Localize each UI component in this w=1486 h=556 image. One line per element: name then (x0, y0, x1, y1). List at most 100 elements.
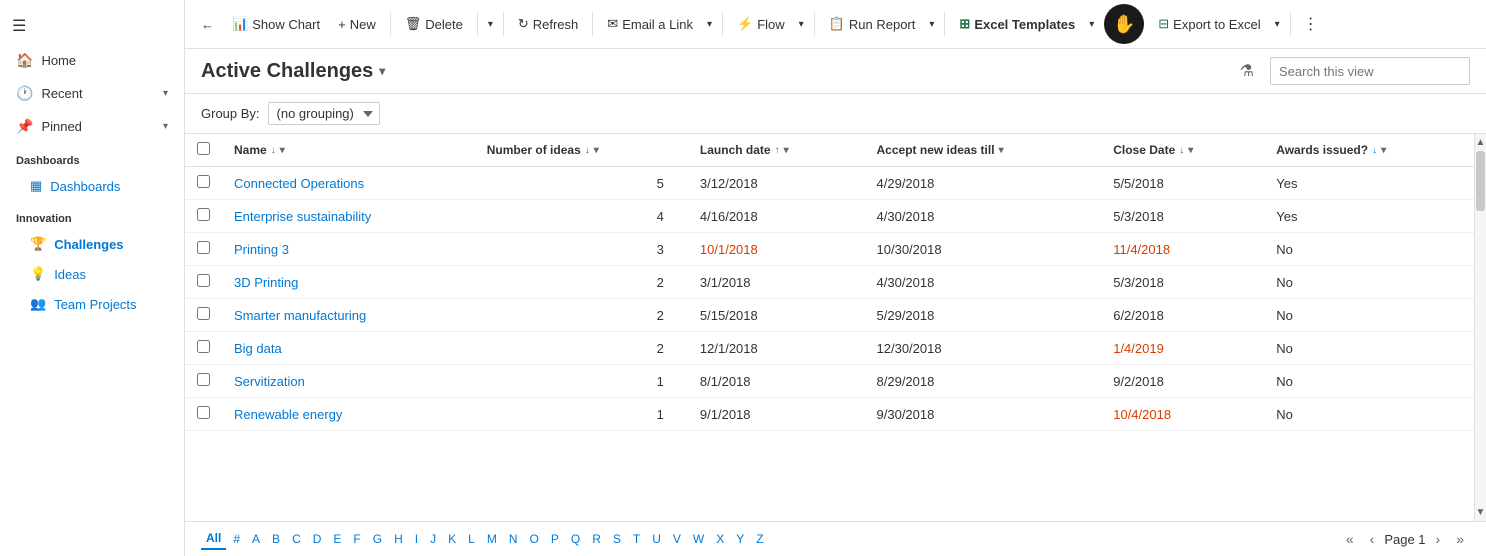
th-close-date[interactable]: Close Date ↓ ▾ (1101, 134, 1264, 167)
row-name-cell-2[interactable]: Printing 3 (222, 233, 475, 266)
alpha-link-Z[interactable]: Z (751, 529, 768, 549)
email-chevron[interactable]: ▾ (703, 14, 716, 35)
new-button[interactable]: + New (330, 12, 384, 37)
flow-button[interactable]: ⚡ Flow (729, 11, 793, 37)
delete-button[interactable]: 🗑 Delete (397, 11, 471, 37)
search-button[interactable]: 🔍 (1463, 58, 1470, 84)
alpha-link-V[interactable]: V (668, 529, 686, 549)
alpha-link-I[interactable]: I (410, 529, 423, 549)
alpha-link-R[interactable]: R (587, 529, 606, 549)
row-name-cell-4[interactable]: Smarter manufacturing (222, 299, 475, 332)
alpha-link-Q[interactable]: Q (566, 529, 585, 549)
sep-5 (722, 12, 723, 36)
alpha-link-O[interactable]: O (525, 529, 544, 549)
alpha-link-Y[interactable]: Y (731, 529, 749, 549)
alpha-link-J[interactable]: J (425, 529, 441, 549)
sidebar-item-dashboards[interactable]: ▦ Dashboards (0, 171, 184, 201)
alpha-link-X[interactable]: X (711, 529, 729, 549)
alpha-link-T[interactable]: T (628, 529, 645, 549)
refresh-label: Refresh (533, 17, 579, 32)
scroll-up-arrow[interactable]: ▲ (1475, 134, 1486, 151)
run-report-chevron[interactable]: ▾ (925, 14, 938, 35)
alpha-link-F[interactable]: F (348, 529, 365, 549)
export-chevron[interactable]: ▾ (1271, 14, 1284, 35)
row-name-cell-3[interactable]: 3D Printing (222, 266, 475, 299)
row-checkbox-5[interactable] (197, 340, 210, 353)
th-accept-till[interactable]: Accept new ideas till ▾ (865, 134, 1102, 167)
alpha-link-W[interactable]: W (688, 529, 709, 549)
alpha-link-H[interactable]: H (389, 529, 408, 549)
export-excel-button[interactable]: ⊟ Export to Excel (1150, 11, 1268, 37)
alpha-link-C[interactable]: C (287, 529, 306, 549)
alpha-link-All[interactable]: All (201, 528, 226, 550)
alpha-link-N[interactable]: N (504, 529, 523, 549)
row-checkbox-7[interactable] (197, 406, 210, 419)
row-name-cell-7[interactable]: Renewable energy (222, 398, 475, 431)
sidebar-item-recent[interactable]: 🕐 Recent ▾ (0, 77, 184, 110)
show-chart-button[interactable]: 📊 Show Chart (224, 11, 328, 37)
alpha-link-#[interactable]: # (228, 529, 245, 549)
row-accept-till-cell-0: 4/29/2018 (865, 167, 1102, 200)
alpha-link-L[interactable]: L (463, 529, 480, 549)
row-accept-till-cell-2: 10/30/2018 (865, 233, 1102, 266)
sidebar-item-pinned[interactable]: 📌 Pinned ▾ (0, 110, 184, 143)
th-launch-date[interactable]: Launch date ↑ ▾ (688, 134, 865, 167)
page-title: Active Challenges ▾ (201, 60, 385, 83)
row-checkbox-0[interactable] (197, 175, 210, 188)
sidebar-item-team-projects[interactable]: 👥 Team Projects (0, 289, 184, 319)
row-name-cell-1[interactable]: Enterprise sustainability (222, 200, 475, 233)
sidebar: ☰ 🏠 Home 🕐 Recent ▾ 📌 Pinned ▾ Dashboard… (0, 0, 185, 556)
scroll-down-arrow[interactable]: ▼ (1475, 504, 1486, 521)
flow-chevron[interactable]: ▾ (795, 14, 808, 35)
sidebar-item-ideas[interactable]: 💡 Ideas (0, 259, 184, 289)
select-all-checkbox[interactable] (197, 142, 210, 155)
row-checkbox-1[interactable] (197, 208, 210, 221)
alpha-link-K[interactable]: K (443, 529, 461, 549)
groupby-select[interactable]: (no grouping) (268, 102, 380, 125)
hamburger-menu[interactable]: ☰ (0, 8, 184, 44)
th-num-ideas[interactable]: Number of ideas ↓ ▾ (475, 134, 688, 167)
th-awards-issued[interactable]: Awards issued? ↓ ▾ (1264, 134, 1474, 167)
alpha-link-D[interactable]: D (308, 529, 327, 549)
alpha-link-M[interactable]: M (482, 529, 502, 549)
alpha-link-E[interactable]: E (328, 529, 346, 549)
th-name[interactable]: Name ↓ ▾ (222, 134, 475, 167)
alpha-link-G[interactable]: G (368, 529, 387, 549)
flow-icon: ⚡ (737, 16, 753, 32)
refresh-button[interactable]: ↻ Refresh (510, 11, 586, 37)
alpha-link-P[interactable]: P (546, 529, 564, 549)
search-input[interactable] (1271, 59, 1463, 84)
row-name-cell-6[interactable]: Servitization (222, 365, 475, 398)
alpha-link-B[interactable]: B (267, 529, 285, 549)
row-name-cell-5[interactable]: Big data (222, 332, 475, 365)
sep-1 (390, 12, 391, 36)
th-checkbox[interactable] (185, 134, 222, 167)
run-report-button[interactable]: 📋 Run Report (821, 11, 924, 37)
delete-chevron[interactable]: ▾ (484, 14, 497, 35)
row-checkbox-cell-2 (185, 233, 222, 266)
page-prev-button[interactable]: ‹ (1364, 529, 1381, 549)
row-checkbox-4[interactable] (197, 307, 210, 320)
excel-templates-chevron[interactable]: ▾ (1085, 14, 1098, 35)
scrollbar[interactable]: ▲ ▼ (1474, 134, 1486, 521)
sidebar-item-challenges[interactable]: 🏆 Challenges (0, 229, 184, 259)
alpha-link-S[interactable]: S (608, 529, 626, 549)
row-checkbox-2[interactable] (197, 241, 210, 254)
back-button[interactable]: ← (193, 12, 222, 37)
row-checkbox-6[interactable] (197, 373, 210, 386)
alpha-link-U[interactable]: U (647, 529, 666, 549)
row-name-cell-0[interactable]: Connected Operations (222, 167, 475, 200)
filter-button[interactable]: ⚗ (1232, 57, 1262, 85)
page-title-chevron-icon[interactable]: ▾ (379, 64, 385, 78)
page-last-button[interactable]: » (1450, 529, 1470, 549)
row-checkbox-3[interactable] (197, 274, 210, 287)
sidebar-item-home[interactable]: 🏠 Home (0, 44, 184, 77)
alpha-link-A[interactable]: A (247, 529, 265, 549)
scroll-thumb[interactable] (1476, 151, 1485, 211)
email-link-button[interactable]: ✉ Email a Link (599, 11, 701, 37)
page-next-button[interactable]: › (1430, 529, 1447, 549)
more-options-button[interactable]: ⋮ (1297, 9, 1325, 39)
scroll-track[interactable] (1475, 151, 1486, 504)
page-first-button[interactable]: « (1340, 529, 1360, 549)
excel-templates-button[interactable]: ⊞ Excel Templates (951, 11, 1083, 37)
